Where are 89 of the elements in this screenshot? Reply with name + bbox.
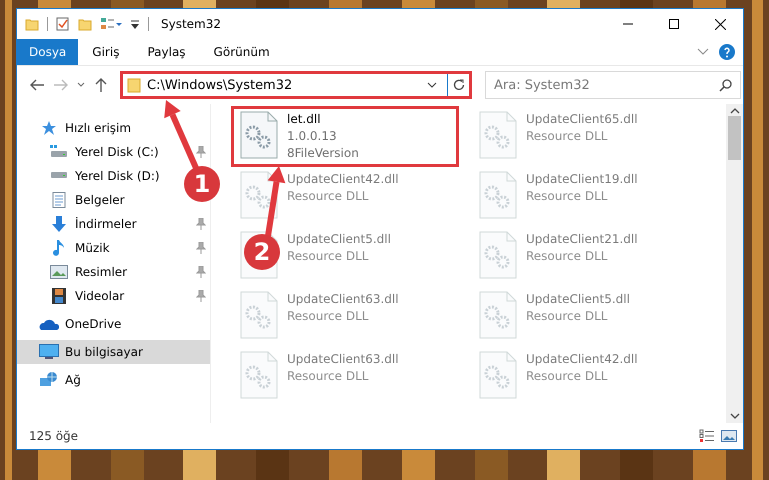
pin-icon[interactable] bbox=[196, 218, 206, 230]
nav-item[interactable]: Bu bilgisayar bbox=[17, 340, 210, 364]
file-detail: Resource DLL bbox=[526, 308, 608, 325]
star-icon bbox=[41, 120, 57, 136]
file-detail: Resource DLL bbox=[287, 308, 370, 325]
dll-file-icon bbox=[479, 291, 517, 339]
pin-icon[interactable] bbox=[196, 266, 206, 278]
view-options-icon[interactable] bbox=[100, 17, 122, 31]
document-icon bbox=[52, 192, 66, 208]
file-detail: Resource DLL bbox=[287, 188, 370, 205]
nav-item[interactable]: OneDrive bbox=[65, 317, 122, 331]
chevron-down-icon bbox=[77, 82, 85, 88]
arrow bbox=[265, 166, 286, 236]
window-title: System32 bbox=[161, 17, 222, 31]
nav-item[interactable]: Müzik bbox=[75, 241, 110, 255]
large-icons-view-icon[interactable] bbox=[721, 429, 737, 443]
drive-icon bbox=[50, 172, 68, 180]
file-name[interactable]: UpdateClient42.dll bbox=[526, 351, 638, 368]
nav-item[interactable]: Resimler bbox=[75, 265, 128, 279]
up-arrow-icon bbox=[95, 78, 107, 92]
folder-icon bbox=[25, 17, 39, 31]
address-field[interactable]: C:\Windows\System32 bbox=[120, 71, 472, 99]
file-detail: Resource DLL bbox=[287, 368, 370, 385]
file-name[interactable]: UpdateClient65.dll bbox=[526, 111, 638, 128]
refresh-icon bbox=[452, 79, 464, 91]
ribbon-tab[interactable]: Görünüm bbox=[200, 39, 284, 65]
arrow bbox=[164, 100, 199, 170]
file-detail: Resource DLL bbox=[526, 188, 608, 205]
dll-file-icon bbox=[240, 111, 278, 159]
file-detail: Resource DLL bbox=[526, 248, 608, 265]
nav-item[interactable]: Yerel Disk (C:) bbox=[75, 145, 159, 159]
close-icon bbox=[714, 18, 726, 30]
cloud-icon bbox=[39, 318, 59, 330]
file-name[interactable]: UpdateClient21.dll bbox=[526, 231, 638, 248]
dll-file-icon bbox=[240, 171, 278, 219]
music-note-icon bbox=[53, 240, 65, 256]
monitor-icon bbox=[39, 344, 59, 360]
file-name[interactable]: UpdateClient42.dll bbox=[287, 171, 399, 188]
folder-icon bbox=[127, 77, 141, 93]
network-icon bbox=[40, 372, 58, 388]
file-detail: Resource DLL bbox=[526, 368, 608, 385]
nav-item[interactable]: Belgeler bbox=[75, 193, 125, 207]
file-name[interactable]: let.dll bbox=[287, 111, 359, 128]
file-name[interactable]: UpdateClient63.dll bbox=[287, 291, 399, 308]
pin-icon[interactable] bbox=[196, 290, 206, 302]
film-icon bbox=[52, 288, 66, 304]
ribbon-tab[interactable]: Dosya bbox=[17, 39, 78, 65]
file-detail: Resource DLL bbox=[526, 128, 608, 145]
pin-icon[interactable] bbox=[196, 242, 206, 254]
ribbon-tab[interactable]: Paylaş bbox=[133, 39, 200, 65]
file-name[interactable]: UpdateClient5.dll bbox=[287, 231, 391, 248]
file-detail: Resource DLL bbox=[287, 248, 370, 265]
maximize-icon bbox=[669, 19, 679, 29]
search-icon[interactable] bbox=[719, 79, 732, 92]
scroll-down-icon[interactable] bbox=[730, 413, 740, 419]
scroll-up-icon[interactable] bbox=[730, 108, 740, 114]
help-icon[interactable] bbox=[719, 44, 735, 60]
nav-item[interactable]: İndirmeler bbox=[75, 217, 137, 231]
dll-file-icon bbox=[240, 351, 278, 399]
file-detail: 8FileVersion bbox=[287, 145, 359, 162]
customize-toolbar-icon[interactable] bbox=[130, 18, 140, 30]
ribbon-tab[interactable]: Giriş bbox=[78, 39, 134, 65]
nav-item[interactable]: Hızlı erişim bbox=[65, 121, 132, 135]
nav-item[interactable]: Ağ bbox=[65, 373, 81, 387]
dll-file-icon bbox=[479, 351, 517, 399]
scrollbar-thumb[interactable] bbox=[728, 116, 741, 160]
dll-file-icon bbox=[479, 231, 517, 279]
file-name[interactable]: UpdateClient5.dll bbox=[526, 291, 630, 308]
search-field[interactable]: Ara: System32 bbox=[485, 71, 741, 99]
download-icon bbox=[51, 216, 67, 232]
image-icon bbox=[50, 265, 68, 279]
dll-file-icon bbox=[479, 111, 517, 159]
file-item[interactable]: let.dll 1.0.0.13 8FileVersion bbox=[231, 106, 459, 167]
dll-file-icon bbox=[240, 291, 278, 339]
nav-item[interactable]: Videolar bbox=[75, 289, 124, 303]
details-view-icon[interactable] bbox=[699, 429, 715, 443]
forward-arrow-icon bbox=[54, 79, 68, 91]
item-count: 125 öğe bbox=[29, 429, 78, 443]
pin-icon[interactable] bbox=[196, 146, 206, 158]
properties-icon[interactable] bbox=[56, 17, 70, 31]
file-name[interactable]: UpdateClient19.dll bbox=[526, 171, 638, 188]
file-name[interactable]: UpdateClient63.dll bbox=[287, 351, 399, 368]
nav-label: Bu bilgisayar bbox=[65, 345, 143, 359]
dll-file-icon bbox=[479, 171, 517, 219]
nav-item[interactable]: Yerel Disk (D:) bbox=[75, 169, 160, 183]
chevron-down-icon[interactable] bbox=[427, 82, 437, 88]
back-arrow-icon bbox=[30, 79, 44, 91]
file-detail: 1.0.0.13 bbox=[287, 128, 338, 145]
drive-icon bbox=[50, 145, 68, 159]
